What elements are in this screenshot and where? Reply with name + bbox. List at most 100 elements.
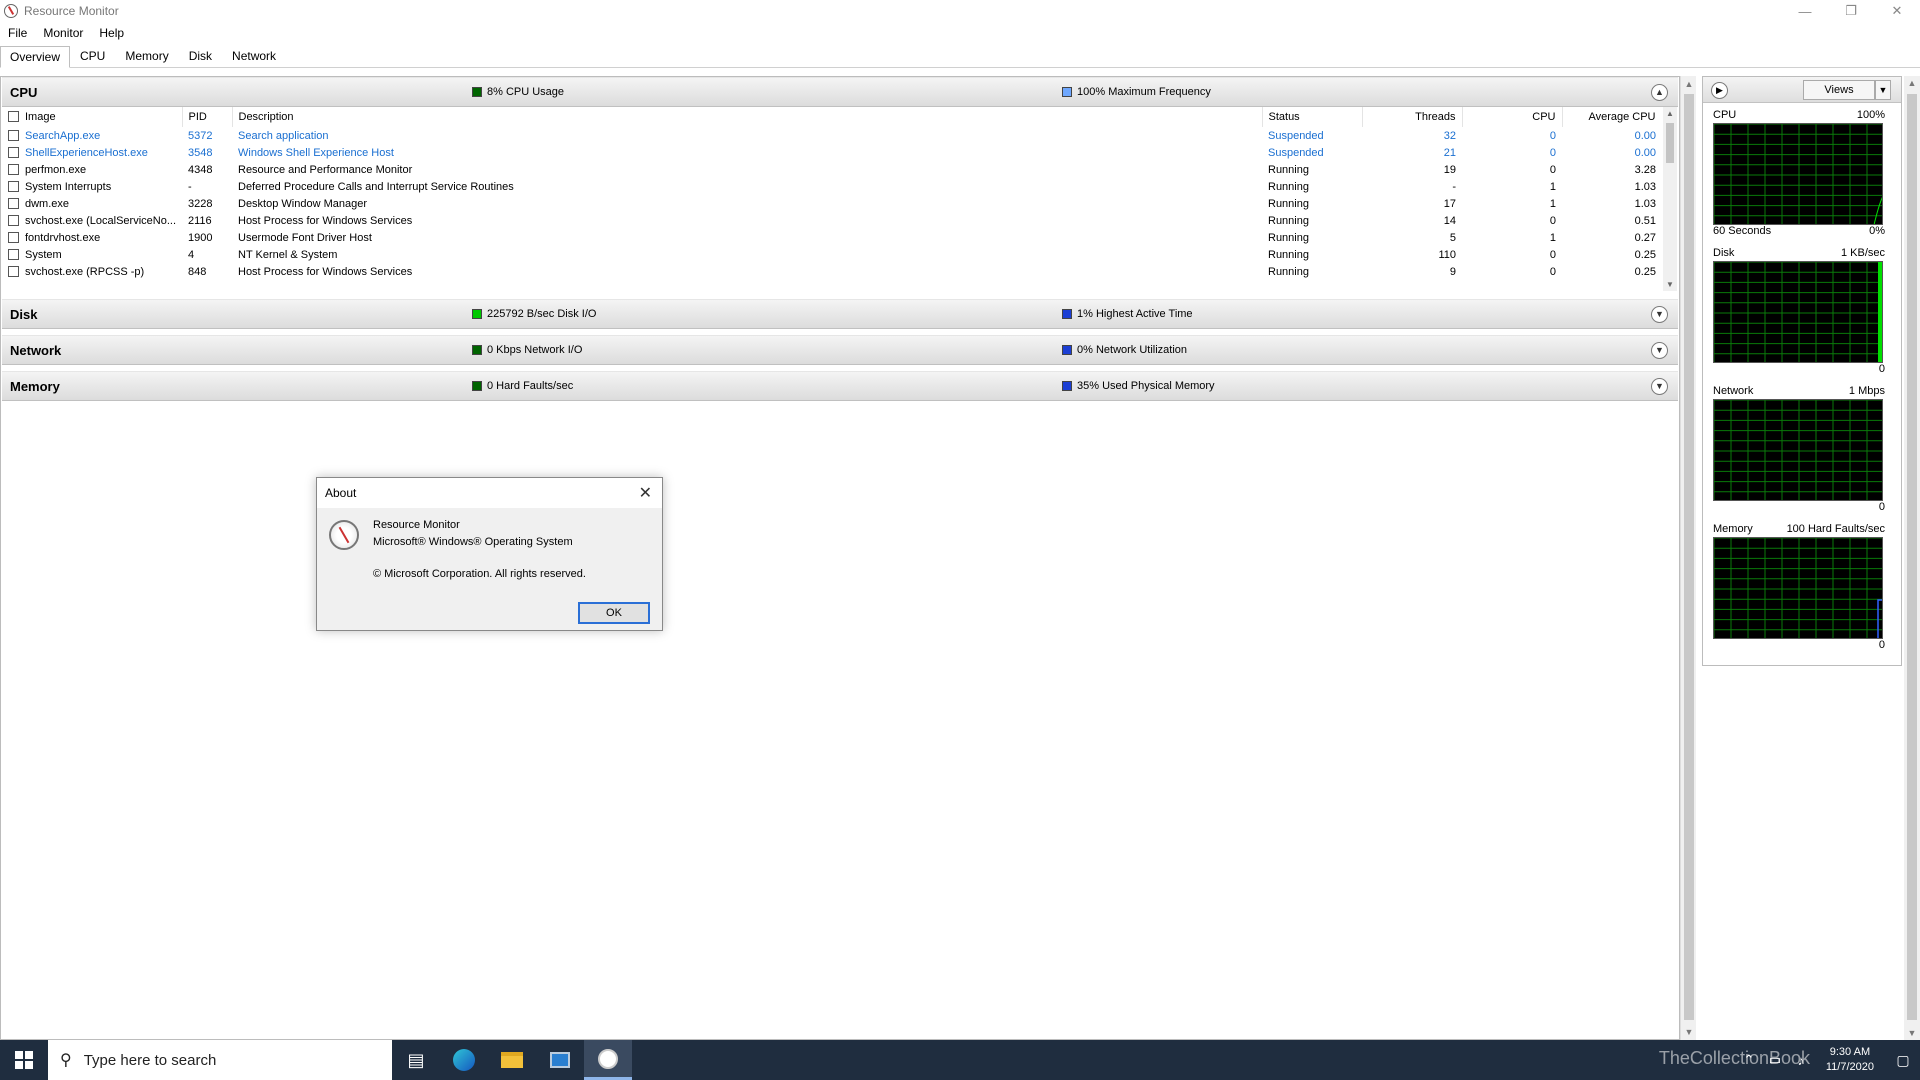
tab-network[interactable]: Network (222, 45, 286, 67)
memory-graph-min: 0 (1878, 639, 1885, 651)
cpu-graph-timespan: 60 Seconds (1713, 225, 1772, 237)
cell-description: Windows Shell Experience Host (238, 146, 394, 159)
cell-description: Usermode Font Driver Host (238, 231, 372, 244)
cell-threads: 32 (1443, 129, 1456, 142)
column-pid[interactable]: PID (182, 107, 233, 127)
collapse-graph-pane-button[interactable]: ▶ (1711, 82, 1728, 99)
about-ok-button[interactable]: OK (578, 602, 650, 624)
tab-overview[interactable]: Overview (0, 46, 71, 68)
table-row[interactable]: dwm.exe 3228 Desktop Window Manager Running… (2, 195, 1662, 212)
cpu-process-table: Image PID Description Status Threads CPU… (2, 107, 1662, 291)
network-section-title: Network (10, 343, 62, 358)
cpu-table-scrollbar[interactable]: ▲ ▼ (1663, 107, 1677, 291)
cpu-graph-svg (1714, 124, 1882, 224)
clock[interactable]: 9:30 AM 11/7/2020 (1826, 1045, 1874, 1075)
column-image[interactable]: Image (2, 107, 183, 127)
row-checkbox[interactable] (8, 231, 19, 243)
cell-description: Deferred Procedure Calls and Interrupt S… (238, 180, 514, 193)
tab-memory[interactable]: Memory (115, 45, 178, 67)
network-section-header[interactable]: Network 0 Kbps Network I/O 0% Network Ut… (2, 335, 1678, 365)
disk-io-legend: 225792 B/sec Disk I/O (472, 308, 596, 320)
cpu-frequency-text: 100% Maximum Frequency (1077, 86, 1211, 98)
scroll-down-arrow[interactable]: ▼ (1681, 1024, 1697, 1040)
row-checkbox[interactable] (8, 146, 19, 158)
memory-used-swatch (1062, 381, 1072, 391)
network-expand-toggle[interactable]: ▼ (1651, 342, 1668, 359)
memory-expand-toggle[interactable]: ▼ (1651, 378, 1668, 395)
views-dropdown-arrow[interactable]: ▼ (1875, 80, 1891, 100)
taskbar-search-box[interactable]: ⚲ Type here to search (48, 1040, 392, 1080)
memory-faults-swatch (472, 381, 482, 391)
menu-help[interactable]: Help (91, 26, 132, 40)
table-row[interactable]: System Interrupts - Deferred Procedure Cal… (2, 178, 1662, 195)
network-util-legend: 0% Network Utilization (1062, 344, 1187, 356)
table-row[interactable]: svchost.exe (RPCSS -p) 848 Host Process fo… (2, 263, 1662, 280)
close-button[interactable]: ✕ (1874, 0, 1920, 22)
cpu-collapse-toggle[interactable]: ▲ (1651, 84, 1668, 101)
cpu-section-header[interactable]: CPU 8% CPU Usage 100% Maximum Frequency … (2, 77, 1678, 107)
cell-average-cpu: 0.00 (1634, 146, 1656, 159)
scroll-up-arrow[interactable]: ▲ (1681, 76, 1697, 92)
cpu-graph-max: 100% (1856, 109, 1885, 121)
cell-cpu: 1 (1549, 197, 1556, 210)
start-button[interactable] (0, 1040, 48, 1080)
memory-graph-svg (1714, 538, 1882, 638)
cell-pid: 2116 (188, 214, 212, 227)
column-status[interactable]: Status (1262, 107, 1363, 127)
cell-cpu: 1 (1549, 180, 1556, 193)
main-scroll-thumb[interactable] (1684, 94, 1694, 1020)
overview-pane: CPU 8% CPU Usage 100% Maximum Frequency … (0, 76, 1680, 1040)
cpu-table-scroll-thumb[interactable] (1666, 123, 1674, 163)
cell-image: perfmon.exe (2, 161, 182, 178)
cell-cpu: 0 (1549, 214, 1556, 227)
menu-file[interactable]: File (0, 26, 35, 40)
table-row[interactable]: ShellExperienceHost.exe 3548 Windows Shell… (2, 144, 1662, 161)
column-threads[interactable]: Threads (1362, 107, 1463, 127)
graph-pane-scroll-thumb[interactable] (1907, 94, 1917, 1020)
table-row[interactable]: fontdrvhost.exe 1900 Usermode Font Driver … (2, 229, 1662, 246)
row-checkbox[interactable] (8, 129, 19, 141)
row-checkbox[interactable] (8, 248, 19, 260)
restore-button[interactable]: ❐ (1828, 0, 1874, 22)
network-util-text: 0% Network Utilization (1077, 344, 1188, 356)
menu-monitor[interactable]: Monitor (35, 26, 91, 40)
disk-section-header[interactable]: Disk 225792 B/sec Disk I/O 1% Highest Ac… (2, 299, 1678, 329)
disk-expand-toggle[interactable]: ▼ (1651, 306, 1668, 323)
memory-used-legend: 35% Used Physical Memory (1062, 380, 1215, 392)
cpu-usage-legend: 8% CPU Usage (472, 86, 564, 98)
row-checkbox[interactable] (8, 214, 19, 226)
views-button[interactable]: Views (1803, 80, 1875, 100)
about-close-button[interactable]: ✕ (639, 483, 652, 503)
minimize-button[interactable]: — (1782, 0, 1828, 22)
cell-average-cpu: 0.27 (1634, 231, 1656, 244)
column-average-cpu[interactable]: Average CPU (1562, 107, 1662, 127)
select-all-checkbox[interactable] (8, 111, 19, 122)
graph-pane-scrollbar[interactable]: ▲ ▼ (1904, 76, 1920, 1040)
tab-cpu[interactable]: CPU (70, 45, 115, 67)
file-explorer-icon[interactable] (488, 1040, 536, 1080)
table-row[interactable]: perfmon.exe 4348 Resource and Performance … (2, 161, 1662, 178)
tab-disk[interactable]: Disk (179, 45, 222, 67)
row-checkbox[interactable] (8, 197, 19, 209)
server-manager-icon[interactable] (536, 1040, 584, 1080)
resource-monitor-taskbar-icon[interactable] (584, 1040, 632, 1080)
memory-section-header[interactable]: Memory 0 Hard Faults/sec 35% Used Physic… (2, 371, 1678, 401)
row-checkbox[interactable] (8, 180, 19, 192)
column-description[interactable]: Description (232, 107, 1263, 127)
edge-browser-icon[interactable] (440, 1040, 488, 1080)
network-io-text: 0 Kbps Network I/O (487, 344, 583, 356)
notifications-icon[interactable]: ▢ (1886, 1040, 1920, 1080)
column-cpu[interactable]: CPU (1462, 107, 1563, 127)
table-row[interactable]: System 4 NT Kernel & System Running 110 0 0.25 (2, 246, 1662, 263)
cell-image: ShellExperienceHost.exe (2, 144, 182, 161)
cell-image: fontdrvhost.exe (2, 229, 182, 246)
table-row[interactable]: svchost.exe (LocalServiceNo... 2116 Host P… (2, 212, 1662, 229)
task-view-icon[interactable]: ▤ (392, 1040, 440, 1080)
cell-pid: 5372 (188, 129, 213, 142)
row-checkbox[interactable] (8, 265, 19, 277)
table-row[interactable]: SearchApp.exe 5372 Search application Suspe… (2, 127, 1662, 144)
memory-graph-canvas (1713, 537, 1883, 639)
row-checkbox[interactable] (8, 163, 19, 175)
main-scrollbar[interactable]: ▲ ▼ (1680, 76, 1696, 1040)
cell-threads: 17 (1443, 197, 1456, 210)
